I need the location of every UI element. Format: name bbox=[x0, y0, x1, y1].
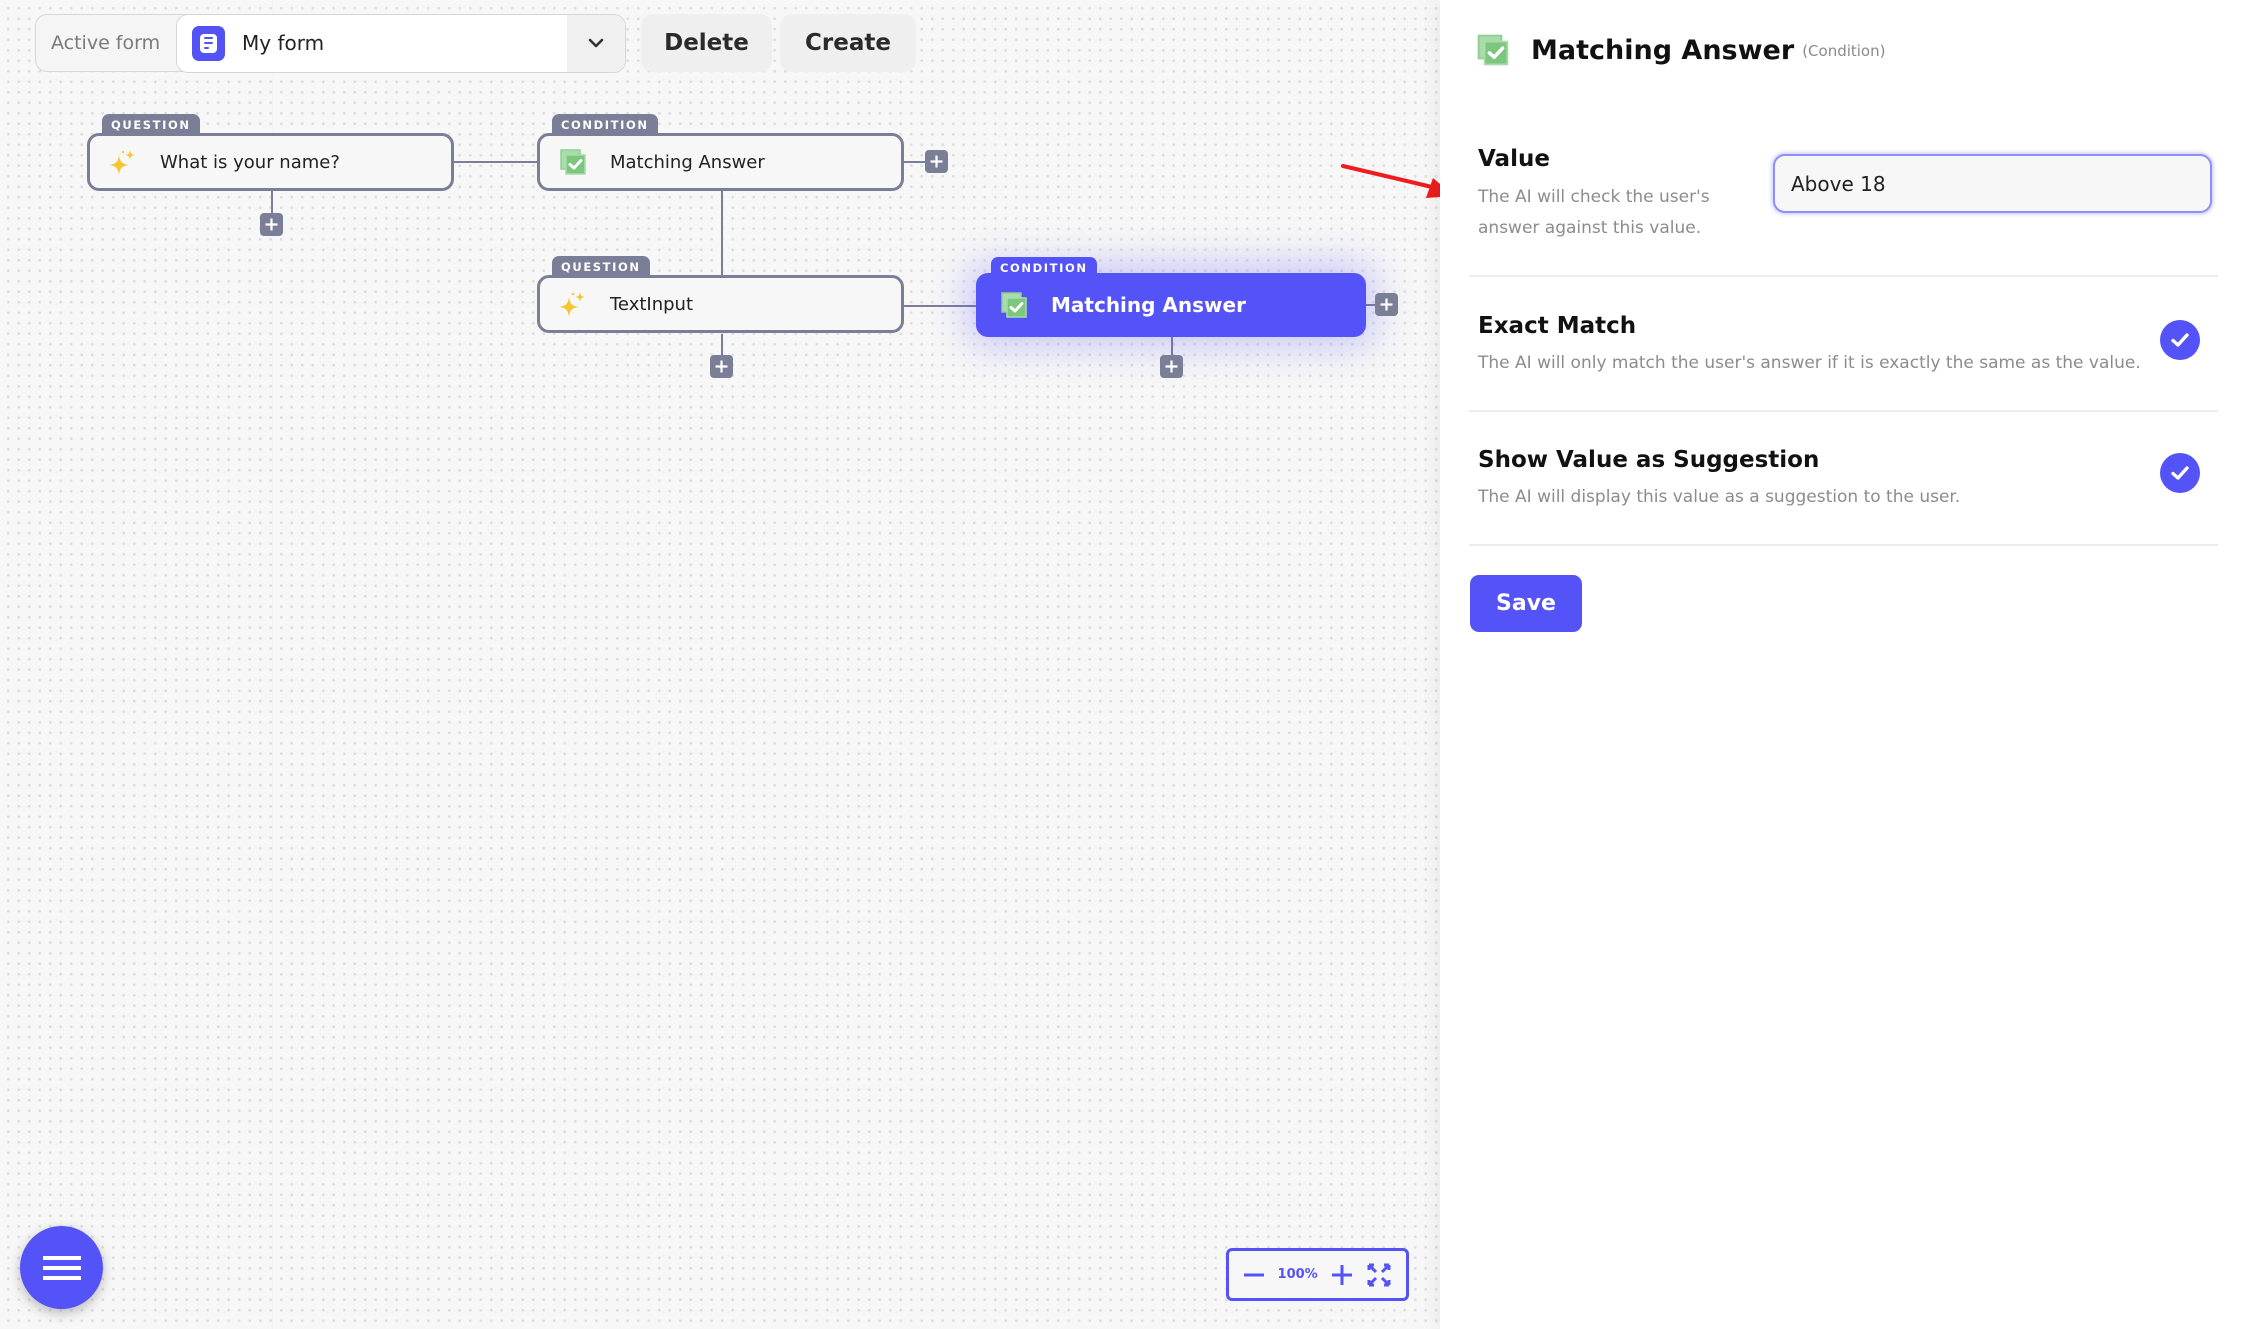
sparkles-icon bbox=[109, 150, 135, 175]
node-type-tag: CONDITION bbox=[991, 257, 1097, 279]
show-suggestion-title: Show Value as Suggestion bbox=[1478, 447, 1820, 473]
checkbox-check-icon bbox=[1477, 34, 1509, 66]
edge-q1-c1 bbox=[454, 161, 537, 163]
show-suggestion-description: The AI will display this value as a sugg… bbox=[1478, 487, 1961, 507]
save-button[interactable]: Save bbox=[1470, 575, 1582, 632]
add-node-button[interactable] bbox=[710, 355, 733, 378]
add-node-button[interactable] bbox=[1375, 293, 1398, 316]
edge-c1-q2 bbox=[721, 191, 723, 275]
zoom-controls: 100% bbox=[1226, 1248, 1409, 1301]
edge-c1-plus bbox=[904, 161, 925, 163]
add-node-button[interactable] bbox=[260, 213, 283, 236]
value-input[interactable] bbox=[1773, 154, 2212, 213]
edge-c2-plus-right bbox=[1366, 304, 1375, 306]
panel-header: Matching Answer (Condition) bbox=[1475, 32, 1885, 68]
delete-button[interactable]: Delete bbox=[641, 14, 772, 72]
flow-node-condition-selected[interactable]: CONDITION Matching Answer bbox=[976, 257, 1366, 337]
expand-icon bbox=[1367, 1263, 1391, 1286]
zoom-in-button[interactable] bbox=[1331, 1264, 1353, 1286]
add-node-button[interactable] bbox=[1160, 355, 1183, 378]
form-icon bbox=[192, 25, 225, 61]
minus-icon bbox=[1243, 1273, 1264, 1276]
node-settings-panel: Matching Answer (Condition) Value The AI… bbox=[1440, 0, 2247, 1329]
divider bbox=[1469, 544, 2218, 546]
node-label: What is your name? bbox=[160, 151, 340, 173]
panel-subtitle: (Condition) bbox=[1802, 42, 1886, 60]
node-type-tag: QUESTION bbox=[552, 256, 650, 278]
plus-icon bbox=[1165, 360, 1178, 373]
hamburger-icon bbox=[42, 1255, 81, 1280]
chevron-down-icon[interactable] bbox=[566, 14, 625, 72]
fit-view-button[interactable] bbox=[1367, 1263, 1391, 1287]
plus-icon bbox=[1380, 298, 1393, 311]
zoom-out-button[interactable] bbox=[1243, 1273, 1264, 1277]
add-node-button[interactable] bbox=[925, 150, 948, 173]
flow-canvas[interactable]: Active form My form Delete Create QUESTI… bbox=[0, 0, 1440, 1329]
flow-node-question[interactable]: QUESTION TextInput bbox=[537, 256, 904, 333]
node-type-tag: QUESTION bbox=[102, 114, 200, 136]
checkbox-check-icon bbox=[560, 149, 586, 175]
plus-icon bbox=[265, 218, 278, 231]
edge-q1-plus bbox=[271, 191, 273, 213]
show-suggestion-checkbox[interactable] bbox=[2160, 453, 2200, 493]
form-select-value: My form bbox=[242, 31, 325, 55]
plus-icon bbox=[715, 360, 728, 373]
edge-c2-plus-below bbox=[1171, 337, 1173, 355]
plus-icon bbox=[930, 155, 943, 168]
create-button[interactable]: Create bbox=[780, 14, 916, 72]
flow-node-condition[interactable]: CONDITION Matching Answer bbox=[537, 114, 904, 191]
exact-match-description: The AI will only match the user's answer… bbox=[1478, 353, 2141, 373]
divider bbox=[1469, 410, 2218, 412]
edge-q2-plus bbox=[721, 334, 723, 355]
flow-node-question[interactable]: QUESTION What is your name? bbox=[87, 114, 454, 191]
node-label: Matching Answer bbox=[610, 151, 765, 173]
plus-icon bbox=[1332, 1264, 1353, 1285]
divider bbox=[1469, 275, 2218, 277]
checkmark-icon bbox=[2171, 466, 2189, 480]
form-select[interactable]: My form bbox=[176, 13, 626, 73]
panel-title: Matching Answer bbox=[1531, 34, 1795, 66]
edge-q2-c2 bbox=[904, 305, 976, 307]
node-label: Matching Answer bbox=[1051, 293, 1246, 317]
active-form-group: Active form My form bbox=[35, 13, 626, 73]
node-type-tag: CONDITION bbox=[552, 114, 658, 136]
exact-match-checkbox[interactable] bbox=[2160, 320, 2200, 360]
checkmark-icon bbox=[2171, 333, 2189, 347]
active-form-label: Active form bbox=[51, 32, 161, 54]
exact-match-title: Exact Match bbox=[1478, 313, 1637, 339]
value-field-title: Value bbox=[1478, 146, 1550, 172]
checkbox-check-icon bbox=[1001, 292, 1027, 318]
menu-button[interactable] bbox=[20, 1226, 103, 1309]
zoom-level: 100% bbox=[1277, 1267, 1318, 1282]
sparkles-icon bbox=[559, 292, 585, 317]
node-label: TextInput bbox=[610, 293, 694, 315]
value-field-description: The AI will check the user's answer agai… bbox=[1478, 187, 1710, 238]
